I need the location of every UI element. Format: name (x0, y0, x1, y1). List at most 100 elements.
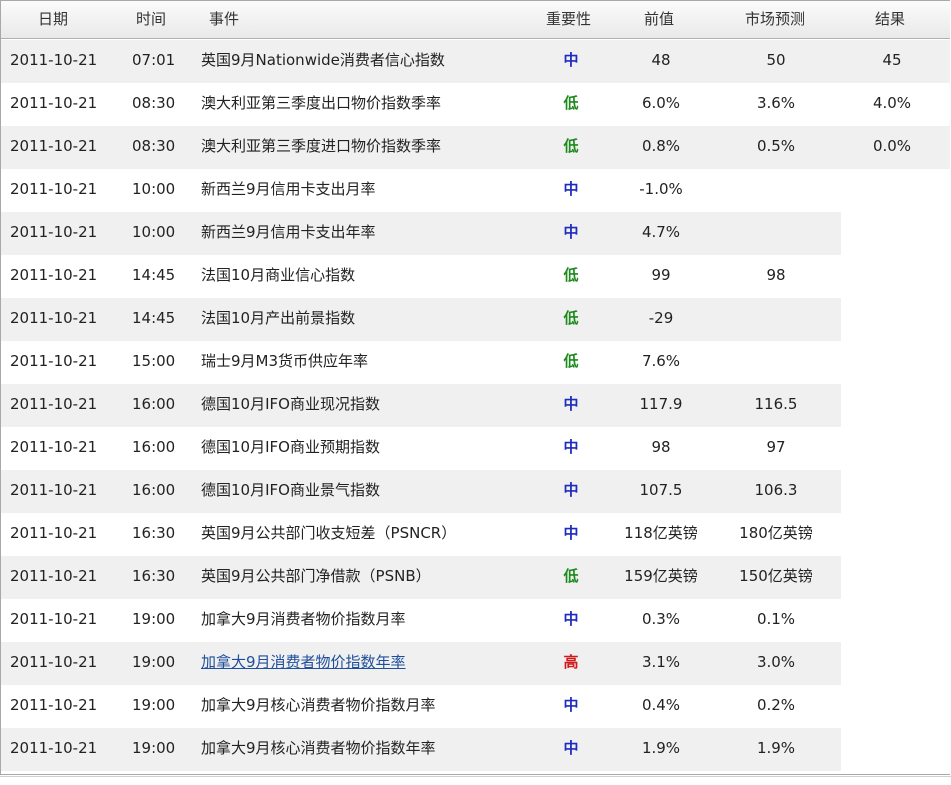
row-previous: -29 (648, 309, 674, 327)
row-time: 10:00 (132, 223, 176, 241)
row-event: 加拿大9月核心消费者物价指数月率 (201, 696, 436, 714)
importance-badge: 低 (563, 352, 579, 370)
importance-badge: 中 (563, 395, 579, 413)
row-event: 澳大利亚第三季度出口物价指数季率 (201, 94, 442, 112)
event-link[interactable]: 加拿大9月消费者物价指数年率 (201, 653, 406, 671)
row-result (842, 556, 942, 599)
importance-badge: 低 (563, 309, 579, 327)
row-forecast (726, 341, 826, 384)
row-forecast: 3.0% (756, 653, 796, 671)
row-result (842, 341, 942, 384)
row-time: 15:00 (132, 352, 176, 370)
row-forecast: 1.9% (756, 739, 796, 757)
row-time: 07:01 (132, 51, 176, 69)
row-date: 2011-10-21 (10, 696, 98, 714)
row-date: 2011-10-21 (10, 610, 98, 628)
row-time: 10:00 (132, 180, 176, 198)
row-time: 19:00 (132, 653, 176, 671)
row-event: 加拿大9月核心消费者物价指数年率 (201, 739, 436, 757)
table-row: 2011-10-21 10:00 新西兰9月信用卡支出年率 中 4.7% (1, 212, 841, 255)
importance-badge: 中 (563, 223, 579, 241)
table-row: 2011-10-21 14:45 法国10月产出前景指数 低 -29 (1, 298, 841, 341)
row-date: 2011-10-21 (10, 524, 98, 542)
header-previous: 前值 (644, 10, 675, 28)
row-event: 英国9月公共部门净借款（PSNB） (201, 567, 431, 585)
row-date: 2011-10-21 (10, 567, 98, 585)
row-date: 2011-10-21 (10, 481, 98, 499)
header-date: 日期 (38, 10, 69, 28)
row-time: 08:30 (132, 137, 176, 155)
row-result: 0.0% (872, 137, 912, 155)
row-date: 2011-10-21 (10, 438, 98, 456)
row-previous: 1.9% (641, 739, 681, 757)
row-result (842, 255, 942, 298)
table-row: 2011-10-21 19:00 加拿大9月消费者物价指数月率 中 0.3% 0.1% (1, 599, 841, 642)
header-time: 时间 (136, 10, 167, 28)
table-row: 2011-10-21 16:30 英国9月公共部门净借款（PSNB） 低 159亿英镑 1… (1, 556, 841, 599)
row-time: 16:00 (132, 395, 176, 413)
importance-badge: 低 (563, 567, 579, 585)
row-previous: 99 (651, 266, 671, 284)
table-row: 2011-10-21 19:00 加拿大9月核心消费者物价指数月率 中 0.4% 0.2% (1, 685, 841, 728)
row-time: 14:45 (132, 266, 176, 284)
row-date: 2011-10-21 (10, 739, 98, 757)
row-previous: 0.3% (641, 610, 681, 628)
row-date: 2011-10-21 (10, 653, 98, 671)
row-forecast (726, 212, 826, 255)
row-result (842, 427, 942, 470)
row-date: 2011-10-21 (10, 395, 98, 413)
row-event: 德国10月IFO商业现况指数 (201, 395, 380, 413)
header-event: 事件 (209, 10, 240, 28)
table-row: 2011-10-21 19:00 加拿大9月消费者物价指数年率 高 3.1% 3.0% (1, 642, 841, 685)
importance-badge: 中 (563, 51, 579, 69)
row-event: 法国10月商业信心指数 (201, 266, 356, 284)
table-row: 2011-10-21 14:45 法国10月商业信心指数 低 99 98 (1, 255, 841, 298)
table-row: 2011-10-21 16:00 德国10月IFO商业现况指数 中 117.9 116.5 (1, 384, 841, 427)
importance-badge: 中 (563, 438, 579, 456)
row-previous: 4.7% (641, 223, 681, 241)
row-date: 2011-10-21 (10, 137, 98, 155)
row-event-cell: 加拿大9月消费者物价指数年率 (201, 642, 406, 685)
header-result: 结果 (875, 10, 906, 28)
importance-badge: 低 (563, 266, 579, 284)
header-forecast: 市场预测 (745, 10, 806, 28)
table-row: 2011-10-21 16:00 德国10月IFO商业预期指数 中 98 97 (1, 427, 841, 470)
row-previous: 3.1% (641, 653, 681, 671)
row-date: 2011-10-21 (10, 223, 98, 241)
table-row: 2011-10-21 08:30 澳大利亚第三季度进口物价指数季率 低 0.8% 0.5%… (1, 126, 950, 169)
bottom-divider (0, 776, 951, 777)
row-time: 08:30 (132, 94, 176, 112)
table-row: 2011-10-21 15:00 瑞士9月M3货币供应年率 低 7.6% (1, 341, 841, 384)
importance-badge: 中 (563, 610, 579, 628)
row-event: 新西兰9月信用卡支出年率 (201, 223, 376, 241)
row-forecast: 97 (766, 438, 786, 456)
row-time: 16:00 (132, 481, 176, 499)
row-result (842, 298, 942, 341)
row-date: 2011-10-21 (10, 180, 98, 198)
row-event: 新西兰9月信用卡支出月率 (201, 180, 376, 198)
row-time: 16:30 (132, 567, 176, 585)
row-previous: 159亿英镑 (624, 567, 698, 585)
importance-badge: 中 (563, 180, 579, 198)
row-result (842, 642, 942, 685)
row-result (842, 685, 942, 728)
row-result (842, 212, 942, 255)
row-forecast: 3.6% (756, 94, 796, 112)
row-result (842, 513, 942, 556)
row-event: 法国10月产出前景指数 (201, 309, 356, 327)
row-event: 德国10月IFO商业预期指数 (201, 438, 380, 456)
row-previous: 0.8% (641, 137, 681, 155)
row-result (842, 169, 942, 212)
importance-badge: 中 (563, 524, 579, 542)
table-row: 2011-10-21 08:30 澳大利亚第三季度出口物价指数季率 低 6.0% 3.6%… (1, 83, 950, 126)
row-forecast: 106.3 (754, 481, 798, 499)
row-event: 德国10月IFO商业景气指数 (201, 481, 380, 499)
row-previous: 107.5 (639, 481, 683, 499)
importance-badge: 中 (563, 481, 579, 499)
row-result (842, 599, 942, 642)
row-forecast: 116.5 (754, 395, 798, 413)
row-date: 2011-10-21 (10, 352, 98, 370)
row-date: 2011-10-21 (10, 51, 98, 69)
row-result: 4.0% (872, 94, 912, 112)
row-event: 加拿大9月消费者物价指数月率 (201, 610, 406, 628)
